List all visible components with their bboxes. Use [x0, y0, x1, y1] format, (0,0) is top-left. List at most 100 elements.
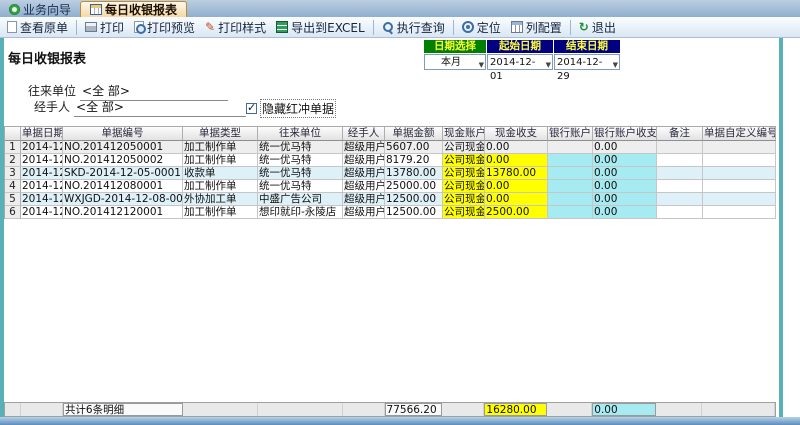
hide-reversed-checkbox[interactable]: ✓ 隐藏红冲单据: [246, 99, 336, 118]
print-button[interactable]: 打印: [81, 18, 128, 37]
check-mark-icon: ✓: [247, 101, 256, 114]
table-cell: NO.201412050001: [63, 141, 183, 154]
print-preview-button[interactable]: 打印预览: [130, 18, 199, 37]
toolbar-separator: [453, 20, 454, 35]
column-header[interactable]: 单据金额: [385, 127, 443, 141]
window-right-border: [779, 38, 783, 425]
column-header[interactable]: 经手人: [343, 127, 385, 141]
column-config-button[interactable]: 列配置: [507, 18, 566, 37]
table-cell: 公司现金: [443, 141, 485, 154]
summary-cell: [547, 403, 592, 416]
print-preview-icon: [134, 21, 144, 33]
date-mode-select[interactable]: 本月 ▼: [424, 54, 486, 70]
tab-label: 业务向导: [23, 1, 71, 18]
window-left-border: [0, 38, 4, 425]
summary-cell: [656, 403, 702, 416]
column-header[interactable]: 现金账户: [443, 127, 485, 141]
button-label: 打印样式: [218, 19, 266, 36]
column-header[interactable]: 备注: [657, 127, 703, 141]
summary-cell: [183, 403, 258, 416]
table-cell: [548, 167, 593, 180]
tab-business-wizard[interactable]: 业务向导: [0, 1, 80, 17]
table-cell: 2014-12-0: [21, 141, 63, 154]
column-header[interactable]: 现金收支: [485, 127, 548, 141]
column-header[interactable]: 单据自定义编号: [703, 127, 776, 141]
table-row[interactable]: 62014-12-1NO.201412120001加工制作单想印就印-永陵店超级…: [5, 206, 776, 219]
table-cell: 12500.00: [385, 206, 443, 219]
table-cell: [657, 180, 703, 193]
table-row[interactable]: 32014-12-0SKD-2014-12-05-0001收款单统一优马特超级用…: [5, 167, 776, 180]
unit-filter-label: 往来单位: [28, 84, 76, 98]
execute-query-button[interactable]: 执行查询: [378, 18, 449, 37]
row-number: 5: [5, 193, 21, 206]
table-cell: 加工制作单: [183, 141, 258, 154]
table-row[interactable]: 52014-12-0WXJGD-2014-12-08-0002外协加工单中盛广告…: [5, 193, 776, 206]
table-cell: 13780.00: [385, 167, 443, 180]
column-header[interactable]: 单据日期: [21, 127, 63, 141]
table-row[interactable]: 12014-12-0NO.201412050001加工制作单统一优马特超级用户5…: [5, 141, 776, 154]
table-cell: NO.201412080001: [63, 180, 183, 193]
table-cell: 0.00: [593, 167, 657, 180]
start-date-select[interactable]: 2014-12-01 ▼: [487, 54, 553, 70]
column-header[interactable]: 单据类型: [183, 127, 258, 141]
table-cell: [703, 154, 776, 167]
table-cell: 外协加工单: [183, 193, 258, 206]
table-cell: [548, 154, 593, 167]
handler-filter-label: 经手人: [34, 100, 70, 114]
chevron-down-icon[interactable]: ▼: [479, 58, 484, 72]
page-title: 每日收银报表: [8, 48, 86, 67]
exit-icon: ↻: [579, 21, 589, 33]
summary-cell: [702, 403, 775, 416]
end-date-select[interactable]: 2014-12-29 ▼: [554, 54, 620, 70]
table-cell: 加工制作单: [183, 154, 258, 167]
toolbar-separator: [373, 20, 374, 35]
table-cell: [548, 141, 593, 154]
button-label: 打印: [100, 19, 124, 36]
column-header[interactable]: 银行账户: [548, 127, 593, 141]
summary-cell: [343, 403, 385, 416]
button-label: 导出到EXCEL: [291, 19, 365, 36]
view-original-button[interactable]: 查看原单: [3, 18, 72, 37]
checkbox-icon[interactable]: ✓: [246, 103, 257, 114]
chevron-down-icon[interactable]: ▼: [613, 58, 618, 72]
summary-cell: [442, 403, 484, 416]
column-header[interactable]: 银行账户收支: [593, 127, 657, 141]
toolbar-separator: [76, 20, 77, 35]
table-cell: [703, 206, 776, 219]
column-header[interactable]: 单据编号: [63, 127, 183, 141]
table-cell: 0.00: [485, 141, 548, 154]
print-style-button[interactable]: ✎ 打印样式: [201, 18, 270, 37]
table-cell: 5607.00: [385, 141, 443, 154]
table-row[interactable]: 22014-12-0NO.201412050002加工制作单统一优马特超级用户8…: [5, 154, 776, 167]
table-cell: [657, 141, 703, 154]
summary-count: 共计6条明细: [63, 403, 183, 416]
table-cell: 2014-12-0: [21, 167, 63, 180]
table-cell: [657, 193, 703, 206]
row-number: 6: [5, 206, 21, 219]
spreadsheet-icon: [90, 4, 102, 15]
table-cell: 2500.00: [485, 206, 548, 219]
table-header-row: 单据日期单据编号单据类型往来单位经手人单据金额现金账户现金收支银行账户银行账户收…: [5, 127, 776, 141]
table-cell: 超级用户: [343, 193, 385, 206]
column-header[interactable]: 往来单位: [258, 127, 343, 141]
table-cell: WXJGD-2014-12-08-0002: [63, 193, 183, 206]
table-cell: 2014-12-0: [21, 154, 63, 167]
column-header[interactable]: [5, 127, 21, 141]
summary-amount-total: 77566.20: [385, 403, 443, 416]
chevron-down-icon[interactable]: ▼: [546, 58, 551, 72]
date-filter-values: 本月 ▼ 2014-12-01 ▼ 2014-12-29 ▼: [424, 54, 620, 70]
tab-daily-cash-report[interactable]: 每日收银报表: [80, 1, 187, 17]
locate-button[interactable]: 定位: [458, 18, 505, 37]
exit-button[interactable]: ↻ 退出: [575, 18, 620, 37]
row-number: 1: [5, 141, 21, 154]
handler-filter-value[interactable]: <全 部>: [74, 98, 246, 117]
table-cell: 0.00: [485, 180, 548, 193]
table-row[interactable]: 42014-12-0NO.201412080001加工制作单统一优马特超级用户2…: [5, 180, 776, 193]
button-label: 打印预览: [147, 19, 195, 36]
table-cell: 公司现金: [443, 193, 485, 206]
table-cell: 想印就印-永陵店: [258, 206, 343, 219]
export-excel-button[interactable]: 导出到EXCEL: [272, 18, 369, 37]
table-cell: [703, 193, 776, 206]
checkbox-label[interactable]: 隐藏红冲单据: [260, 99, 336, 118]
table-cell: 0.00: [485, 193, 548, 206]
